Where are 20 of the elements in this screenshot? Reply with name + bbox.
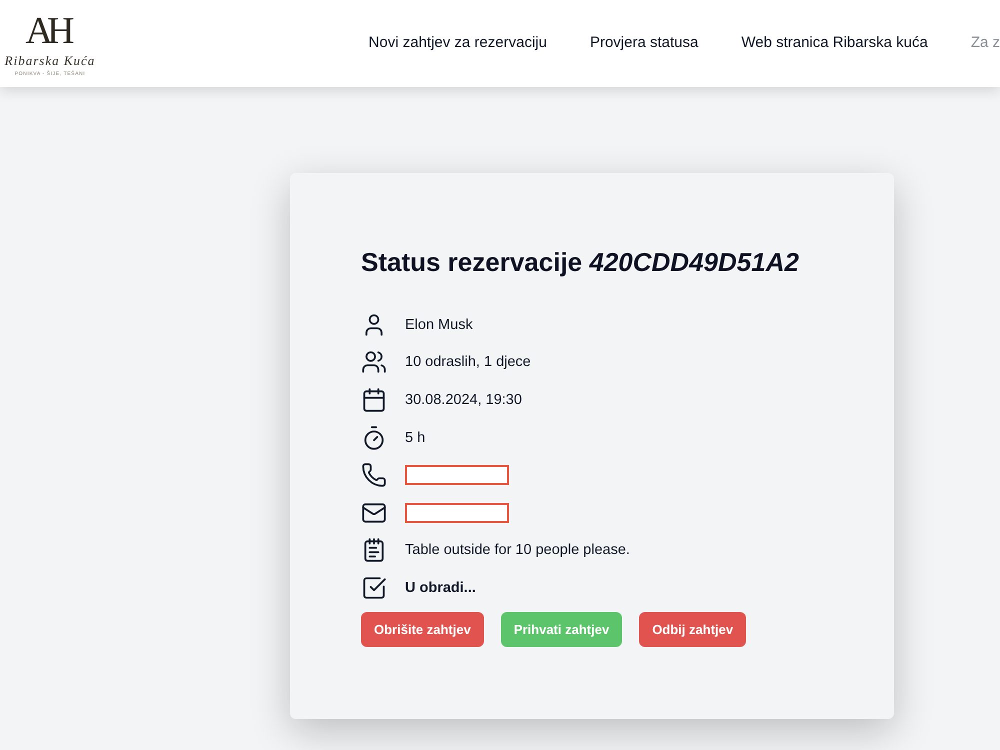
action-button[interactable]: Odbij zahtjev [639, 612, 746, 647]
logo-monogram: AH [26, 12, 70, 50]
nav-link[interactable]: Web stranica Ribarska kuća [741, 32, 928, 55]
nav-link[interactable]: Provjera statusa [590, 32, 698, 55]
detail-text: Table outside for 10 people please. [405, 542, 630, 558]
people-icon [361, 349, 387, 376]
phone-icon [361, 462, 387, 488]
detail-text: 10 odraslih, 1 djece [405, 354, 531, 370]
logo-name: Ribarska Kuća [4, 52, 96, 68]
detail-text: Elon Musk [405, 316, 473, 333]
status-text: U obradi... [405, 580, 476, 596]
calendar-icon [361, 386, 387, 413]
action-button[interactable]: Obrišite zahtjev [361, 612, 484, 647]
checkbox-icon [361, 574, 387, 601]
detail-text: 5 h [405, 430, 426, 446]
nav-link[interactable]: Za z [970, 32, 1000, 55]
nav-link[interactable]: Novi zahtjev za rezervaciju [368, 32, 547, 55]
status-title: Status rezervacije 420CDD49D51A2 [361, 246, 800, 279]
action-button[interactable]: Prihvati zahtjev [500, 612, 622, 647]
detail-text: 30.08.2024, 19:30 [405, 392, 522, 408]
